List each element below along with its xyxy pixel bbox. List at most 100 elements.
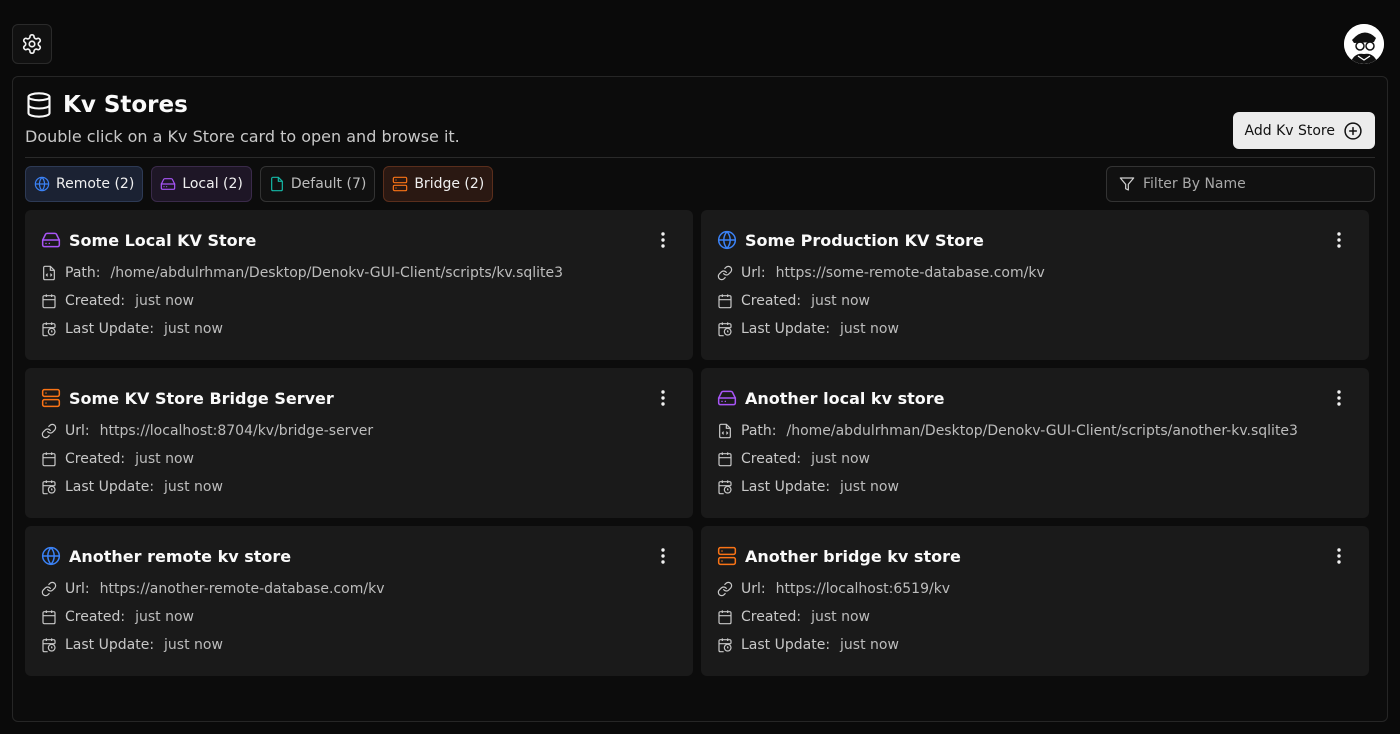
tab-remote[interactable]: Remote (2) xyxy=(25,166,144,202)
card-title: Another local kv store xyxy=(745,388,945,408)
kv-store-card[interactable]: Another bridge kv store Url: https://loc… xyxy=(701,526,1369,676)
more-vertical-icon xyxy=(661,548,665,564)
card-created-value: just now xyxy=(135,451,195,467)
filter-box[interactable] xyxy=(1106,166,1375,202)
card-updated-label: Last Update: xyxy=(741,321,831,337)
card-updated-value: just now xyxy=(164,637,223,653)
tab-bridge[interactable]: Bridge (2) xyxy=(383,166,494,202)
kv-store-card[interactable]: Some Local KV Store Path: /home/abdulrhm… xyxy=(25,210,693,360)
more-vertical-icon xyxy=(661,390,665,406)
card-url-label: Url: xyxy=(65,423,90,439)
card-updated-value: just now xyxy=(164,479,223,495)
card-created-row: Created: just now xyxy=(717,608,1353,626)
card-created-value: just now xyxy=(811,609,871,625)
calendar-icon xyxy=(42,294,56,309)
kv-store-card[interactable]: Some KV Store Bridge Server Url: https:/… xyxy=(25,368,693,518)
server-icon xyxy=(717,546,737,566)
card-created-label: Created: xyxy=(741,293,802,309)
card-url-label: Url: xyxy=(65,581,90,597)
card-menu-button[interactable] xyxy=(1331,388,1347,408)
link-icon xyxy=(41,423,57,439)
file-code-icon xyxy=(719,423,731,439)
card-url-label: Url: xyxy=(741,265,766,281)
card-updated-label: Last Update: xyxy=(741,479,831,495)
card-path-value: /home/abdulrhman/Desktop/Denokv-GUI-Clie… xyxy=(786,423,1298,439)
card-created-value: just now xyxy=(135,293,195,309)
card-menu-button[interactable] xyxy=(1331,230,1347,250)
calendar-clock-icon xyxy=(718,638,732,653)
server-icon xyxy=(393,176,408,192)
tab-default-label: Default (7) xyxy=(290,176,367,192)
card-url-row: Url: https://some-remote-database.com/kv xyxy=(717,264,1353,282)
plus-circle-icon xyxy=(1344,121,1362,140)
card-path-row: Path: /home/abdulrhman/Desktop/Denokv-GU… xyxy=(41,264,677,282)
card-menu-button[interactable] xyxy=(1331,546,1347,566)
settings-button[interactable] xyxy=(12,24,52,64)
tab-local[interactable]: Local (2) xyxy=(151,166,252,202)
card-url-value: https://another-remote-database.com/kv xyxy=(99,581,385,597)
card-updated-label: Last Update: xyxy=(65,321,155,337)
card-created-value: just now xyxy=(811,451,871,467)
link-icon xyxy=(717,581,733,597)
add-kv-store-button[interactable]: Add Kv Store xyxy=(1232,112,1375,149)
more-vertical-icon xyxy=(661,232,665,248)
tab-local-label: Local (2) xyxy=(182,176,243,192)
hard-drive-icon xyxy=(161,178,176,190)
card-created-label: Created: xyxy=(741,451,802,467)
card-url-label: Url: xyxy=(741,581,766,597)
card-path-label: Path: xyxy=(65,265,101,281)
card-title: Some KV Store Bridge Server xyxy=(69,388,334,408)
kv-store-card[interactable]: Another local kv store Path: /home/abdul… xyxy=(701,368,1369,518)
kv-stores-panel: Kv Stores Double click on a Kv Store car… xyxy=(12,76,1388,722)
card-created-label: Created: xyxy=(741,609,802,625)
card-updated-label: Last Update: xyxy=(65,479,155,495)
card-menu-button[interactable] xyxy=(655,388,671,408)
card-created-row: Created: just now xyxy=(717,292,1353,310)
avatar-illustration-icon xyxy=(1344,24,1384,64)
card-created-row: Created: just now xyxy=(41,450,677,468)
card-menu-button[interactable] xyxy=(655,230,671,250)
calendar-clock-icon xyxy=(42,480,56,495)
globe-icon xyxy=(41,546,61,566)
card-title: Another remote kv store xyxy=(69,546,292,566)
card-title: Another bridge kv store xyxy=(745,546,961,566)
calendar-clock-icon xyxy=(42,322,56,337)
page-subtitle: Double click on a Kv Store card to open … xyxy=(25,127,460,146)
card-created-value: just now xyxy=(811,293,871,309)
file-code-icon xyxy=(43,265,55,281)
tab-default[interactable]: Default (7) xyxy=(259,166,376,202)
card-updated-row: Last Update: just now xyxy=(41,478,677,496)
card-menu-button[interactable] xyxy=(655,546,671,566)
card-created-row: Created: just now xyxy=(717,450,1353,468)
card-path-row: Path: /home/abdulrhman/Desktop/Denokv-GU… xyxy=(717,422,1353,440)
more-vertical-icon xyxy=(1337,548,1341,564)
hard-drive-icon xyxy=(41,232,61,248)
hard-drive-icon xyxy=(717,390,737,406)
card-title: Some Local KV Store xyxy=(69,230,257,250)
calendar-clock-icon xyxy=(718,322,732,337)
card-updated-row: Last Update: just now xyxy=(717,478,1353,496)
page-header: Kv Stores xyxy=(25,91,188,119)
card-url-row: Url: https://localhost:6519/kv xyxy=(717,580,1353,598)
filter-by-name-input[interactable] xyxy=(1143,176,1353,192)
user-avatar[interactable] xyxy=(1344,24,1384,64)
card-url-value: https://some-remote-database.com/kv xyxy=(775,265,1045,281)
card-updated-value: just now xyxy=(840,321,899,337)
kv-store-card[interactable]: Another remote kv store Url: https://ano… xyxy=(25,526,693,676)
store-type-tabs: Remote (2) Local (2) Default (7) Bridge … xyxy=(25,166,494,202)
tab-remote-label: Remote (2) xyxy=(56,176,135,192)
link-icon xyxy=(717,265,733,281)
card-updated-value: just now xyxy=(840,637,899,653)
calendar-icon xyxy=(718,294,732,309)
kv-store-card[interactable]: Some Production KV Store Url: https://so… xyxy=(701,210,1369,360)
card-path-label: Path: xyxy=(741,423,777,439)
kv-store-card-grid: Some Local KV Store Path: /home/abdulrhm… xyxy=(25,210,1369,676)
card-updated-row: Last Update: just now xyxy=(717,636,1353,654)
card-created-label: Created: xyxy=(65,609,126,625)
gear-icon xyxy=(22,34,42,54)
database-icon xyxy=(27,92,51,118)
header-divider xyxy=(25,157,1375,158)
card-title: Some Production KV Store xyxy=(745,230,984,250)
calendar-icon xyxy=(718,610,732,625)
card-updated-label: Last Update: xyxy=(65,637,155,653)
